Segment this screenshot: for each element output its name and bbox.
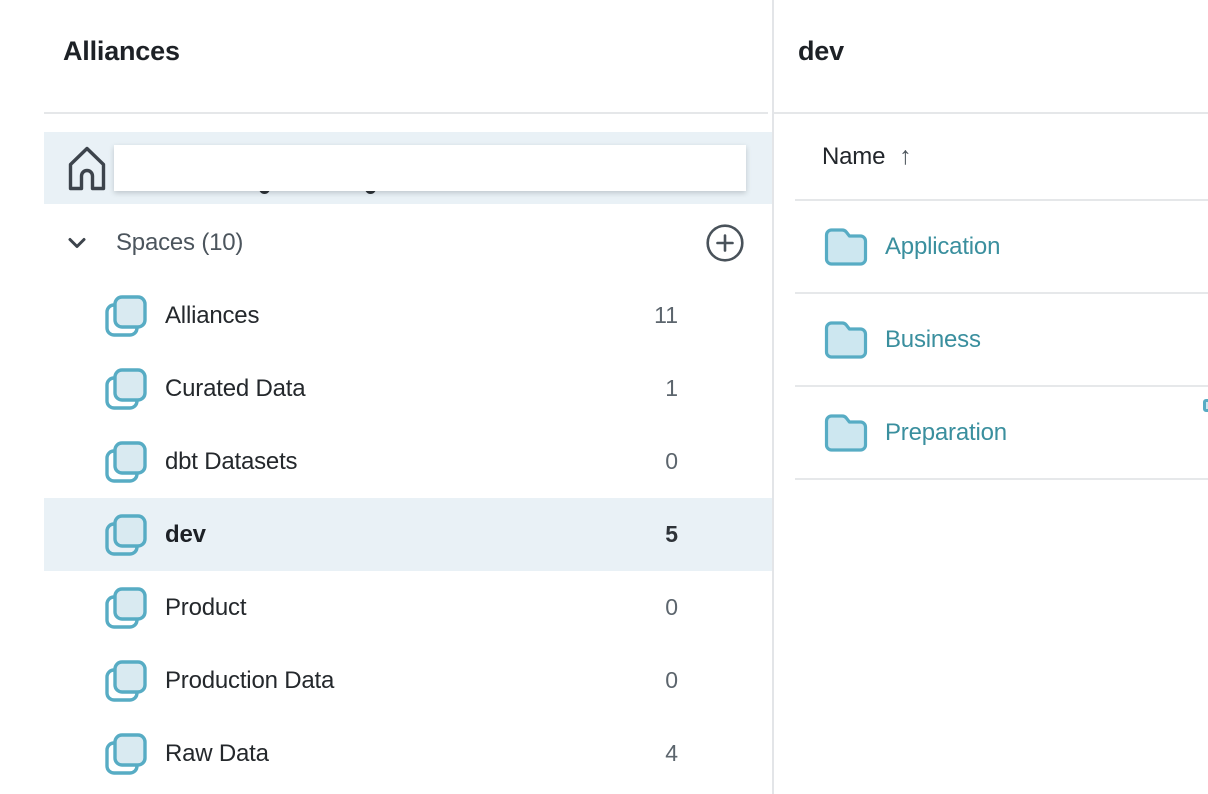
folder-row-application[interactable]: Application (795, 201, 1208, 294)
folder-link[interactable]: Business (885, 326, 981, 354)
content-panel: dev Name ↑ Application Business (774, 0, 1208, 794)
folder-icon (823, 412, 869, 454)
folder-table: Application Business Preparation (795, 201, 1208, 480)
title-divider (44, 112, 768, 114)
space-icon (104, 294, 148, 338)
space-count: 0 (665, 594, 678, 621)
space-name: Production Data (165, 667, 334, 695)
spaces-tree: Spaces (10) Alliances 11 (44, 206, 772, 790)
right-panel-title: dev (798, 36, 844, 67)
spaces-section-header[interactable]: Spaces (10) (44, 206, 772, 279)
left-panel-title: Alliances (63, 36, 180, 67)
space-count: 0 (665, 667, 678, 694)
space-icon (104, 586, 148, 630)
folder-row-business[interactable]: Business (795, 294, 1208, 387)
space-icon (104, 513, 148, 557)
home-icon (66, 144, 108, 192)
folder-link[interactable]: Application (885, 233, 1000, 261)
space-count: 11 (654, 302, 678, 329)
sidebar-item-dev[interactable]: dev 5 (44, 498, 772, 571)
space-icon (104, 659, 148, 703)
column-header-name[interactable]: Name ↑ (822, 142, 912, 171)
space-name: Alliances (165, 302, 259, 330)
chevron-down-icon[interactable] (63, 229, 91, 257)
folder-link[interactable]: Preparation (885, 419, 1007, 447)
space-name: Product (165, 594, 246, 622)
sidebar-panel: Alliances Spaces (10) (0, 0, 772, 794)
folder-icon (823, 226, 869, 268)
sidebar-item-product[interactable]: Product 0 (44, 571, 772, 644)
folder-icon (823, 319, 869, 361)
space-count: 4 (665, 740, 678, 767)
sidebar-item-production-data[interactable]: Production Data 0 (44, 644, 772, 717)
space-name: dbt Datasets (165, 448, 297, 476)
space-name: dev (165, 521, 206, 549)
title-divider (774, 112, 1208, 114)
space-count: 5 (665, 521, 678, 548)
home-item[interactable] (44, 132, 772, 204)
redacted-label-overlay (114, 145, 746, 191)
sidebar-item-alliances[interactable]: Alliances 11 (44, 279, 772, 352)
folder-row-preparation[interactable]: Preparation (795, 387, 1208, 480)
catalog-browser: Alliances Spaces (10) (0, 0, 1208, 794)
space-name: Curated Data (165, 375, 305, 403)
space-icon (104, 440, 148, 484)
sort-ascending-icon: ↑ (899, 142, 911, 171)
space-count: 0 (665, 448, 678, 475)
space-icon (104, 367, 148, 411)
space-name: Raw Data (165, 740, 269, 768)
add-space-button[interactable] (705, 223, 745, 263)
sidebar-item-curated-data[interactable]: Curated Data 1 (44, 352, 772, 425)
space-icon (104, 732, 148, 776)
name-column-label: Name (822, 143, 885, 171)
sidebar-item-raw-data[interactable]: Raw Data 4 (44, 717, 772, 790)
plus-circle-icon (705, 223, 745, 263)
space-count: 1 (665, 375, 678, 402)
spaces-section-label: Spaces (10) (116, 229, 243, 257)
clipped-icon (1203, 399, 1208, 412)
sidebar-item-dbt-datasets[interactable]: dbt Datasets 0 (44, 425, 772, 498)
